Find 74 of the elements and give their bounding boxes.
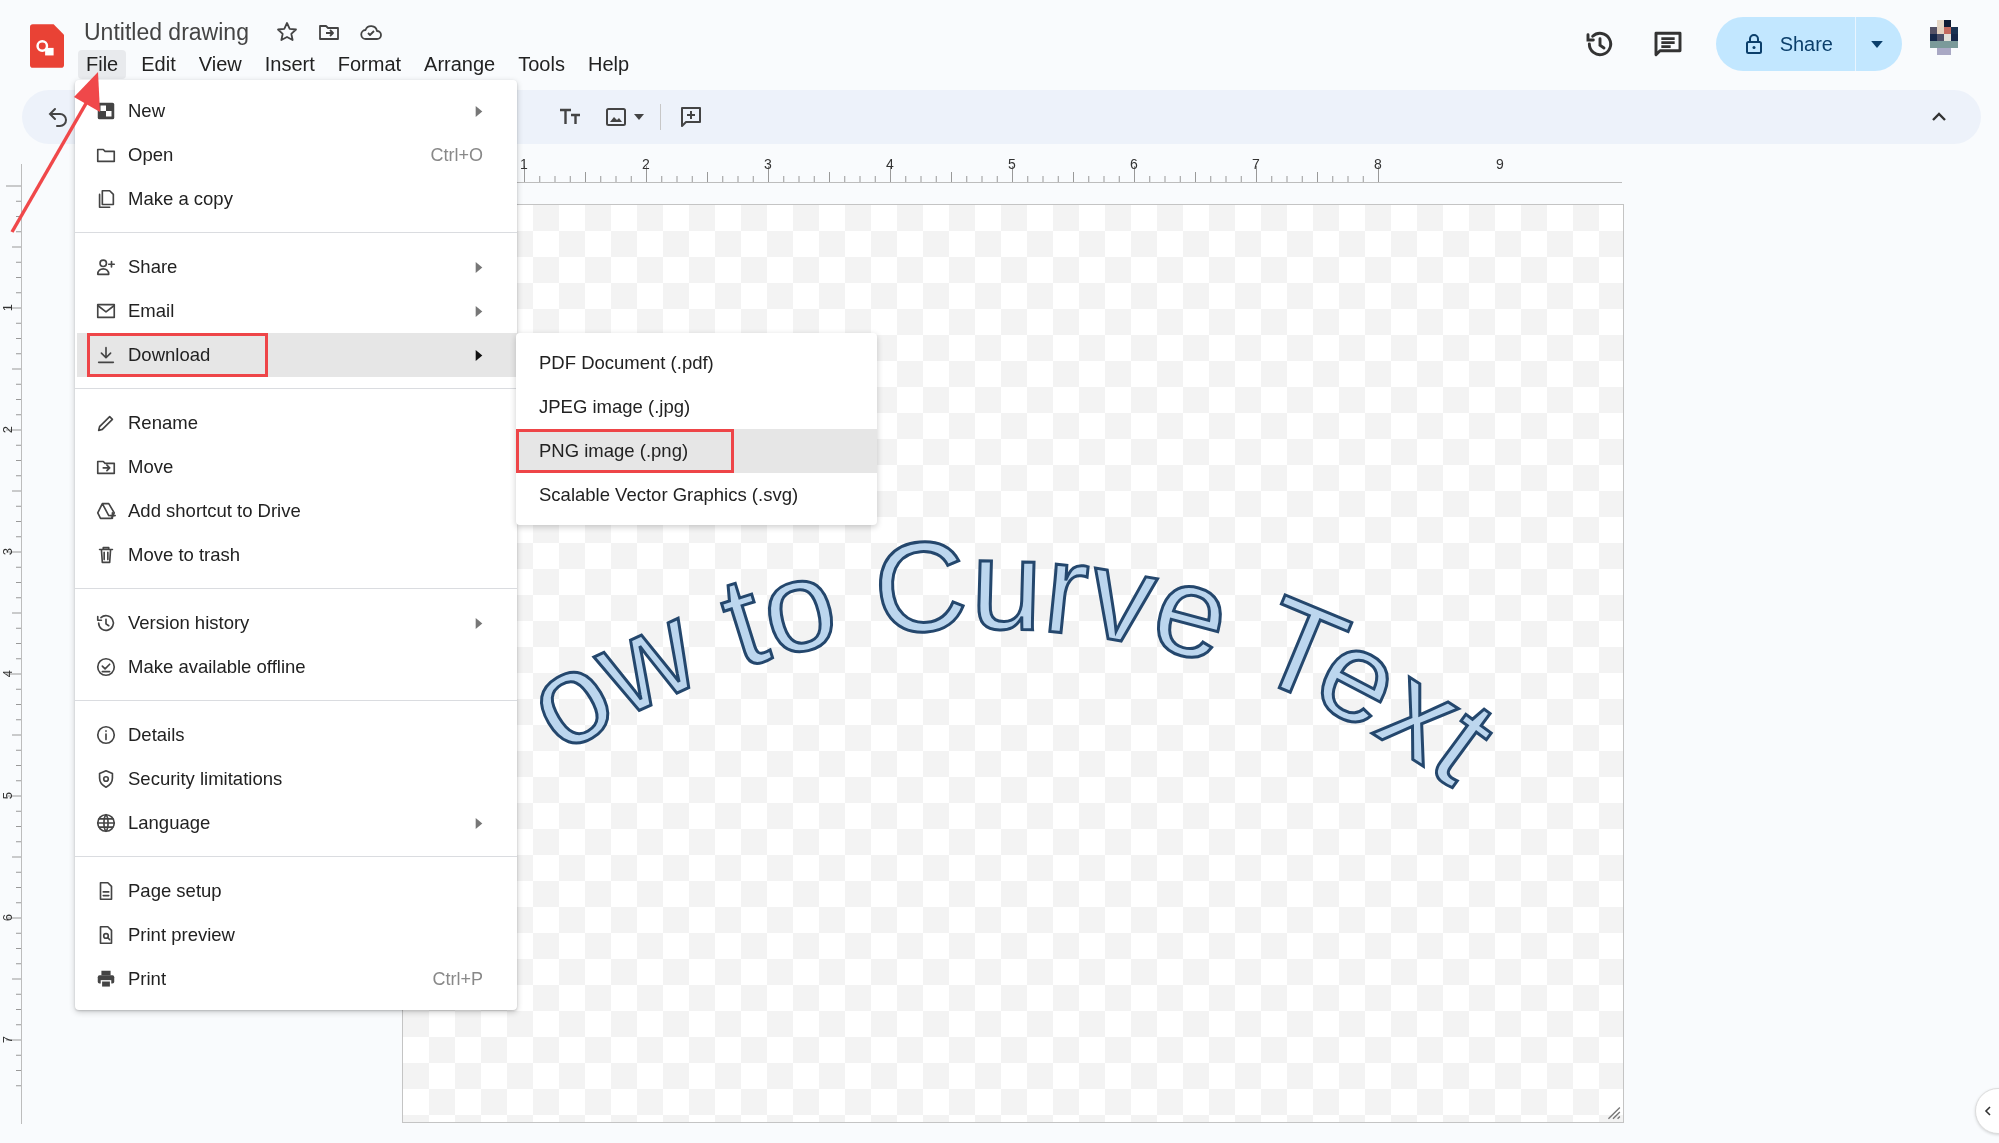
add-comment-icon[interactable] bbox=[679, 105, 703, 129]
info-icon bbox=[95, 724, 117, 746]
menu-item[interactable]: Help bbox=[579, 50, 638, 79]
menu-label: Print preview bbox=[128, 924, 235, 946]
undo-icon[interactable] bbox=[46, 105, 70, 129]
menu-item[interactable]: File bbox=[78, 50, 127, 79]
ruler-number: 2 bbox=[0, 424, 15, 436]
menu-label: Language bbox=[128, 812, 211, 834]
ruler-number: 9 bbox=[1496, 156, 1504, 172]
menu-item[interactable]: View bbox=[190, 50, 250, 79]
drive-add-icon bbox=[95, 500, 117, 522]
menu-label: Page setup bbox=[128, 880, 222, 902]
caret-icon bbox=[1871, 40, 1883, 48]
menu-label: Move to trash bbox=[128, 544, 241, 566]
menu-label: New bbox=[128, 100, 165, 122]
ruler-number: 7 bbox=[1252, 156, 1260, 172]
globe-icon bbox=[95, 812, 117, 834]
star-icon[interactable] bbox=[274, 20, 299, 44]
image-icon bbox=[604, 105, 628, 129]
menu-item[interactable]: New bbox=[75, 89, 517, 133]
caret-icon bbox=[634, 114, 644, 120]
ruler-number: 2 bbox=[642, 156, 650, 172]
shortcut-text: Ctrl+O bbox=[430, 144, 483, 166]
ruler-number: 3 bbox=[0, 546, 15, 558]
menu-label: Add shortcut to Drive bbox=[128, 500, 301, 522]
menu-label: Make a copy bbox=[128, 188, 233, 210]
person-add-icon bbox=[95, 256, 117, 278]
download-icon bbox=[95, 344, 117, 366]
share-button[interactable]: Share bbox=[1715, 17, 1856, 71]
ruler-number: 6 bbox=[1130, 156, 1138, 172]
submenu-item[interactable]: JPEG image (.jpg) bbox=[516, 385, 877, 429]
ruler-number: 5 bbox=[1008, 156, 1016, 172]
menu-label: Share bbox=[128, 256, 178, 278]
ruler-number: 1 bbox=[520, 156, 528, 172]
ruler-number: 4 bbox=[886, 156, 894, 172]
menu-label: Details bbox=[128, 724, 185, 746]
menu-item[interactable]: Tools bbox=[510, 50, 573, 79]
menu-item[interactable]: Insert bbox=[256, 50, 323, 79]
printer-icon bbox=[95, 968, 117, 990]
menu-item[interactable]: Arrange bbox=[416, 50, 504, 79]
ruler-number: 6 bbox=[0, 912, 15, 924]
history-icon bbox=[95, 612, 117, 634]
menu-label: Rename bbox=[128, 412, 198, 434]
ruler-number: 5 bbox=[0, 790, 15, 802]
ruler-number: 1 bbox=[0, 302, 15, 314]
menu-label: Print bbox=[128, 968, 167, 990]
ruler-number: 4 bbox=[0, 668, 15, 680]
menu-item[interactable]: Download bbox=[77, 333, 517, 377]
resize-handle-icon[interactable] bbox=[1605, 1104, 1621, 1120]
menu-label: PNG image (.png) bbox=[539, 440, 689, 462]
ruler-number: 3 bbox=[764, 156, 772, 172]
shortcut-text: Ctrl+P bbox=[432, 968, 483, 990]
menu-item[interactable]: Format bbox=[329, 50, 410, 79]
offline-icon bbox=[95, 656, 117, 678]
menu-label: Open bbox=[128, 144, 174, 166]
menu-label: PDF Document (.pdf) bbox=[539, 352, 714, 374]
menu-item[interactable]: Open Ctrl+O bbox=[75, 133, 517, 177]
menu-label: Move bbox=[128, 456, 174, 478]
menu-label: Scalable Vector Graphics (.svg) bbox=[539, 484, 799, 506]
menu-label: Email bbox=[128, 300, 175, 322]
ruler-number: 7 bbox=[0, 1034, 15, 1046]
menu-label: Security limitations bbox=[128, 768, 283, 790]
image-button[interactable] bbox=[604, 105, 644, 129]
chevron-left-icon bbox=[1982, 1105, 1994, 1117]
menu-item[interactable]: Edit bbox=[133, 50, 184, 79]
menu-label: JPEG image (.jpg) bbox=[539, 396, 691, 418]
menu-label: Make available offline bbox=[128, 656, 306, 678]
app-logo-icon[interactable] bbox=[30, 24, 64, 68]
ruler-number: 8 bbox=[1374, 156, 1382, 172]
submenu-item[interactable]: PNG image (.png) bbox=[516, 429, 877, 473]
menu-label: Download bbox=[128, 344, 211, 366]
submenu-item[interactable]: PDF Document (.pdf) bbox=[516, 341, 877, 385]
menu-label: Version history bbox=[128, 612, 250, 634]
document-title[interactable]: Untitled drawing bbox=[84, 18, 249, 46]
